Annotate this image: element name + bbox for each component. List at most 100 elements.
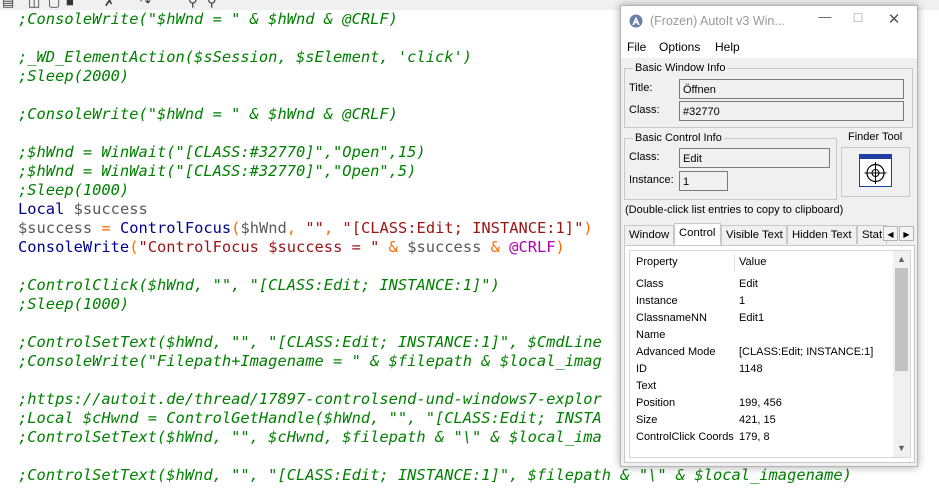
replace-icon[interactable]: ⚲ <box>207 0 217 9</box>
info-tabs: Window Control Visible Text Hidden Text … <box>624 223 915 245</box>
scroll-down-icon[interactable]: ▼ <box>893 440 910 457</box>
code-token: "" <box>305 219 324 237</box>
property-name: Name <box>636 329 666 341</box>
tab-scroll-right-icon[interactable]: ▶ <box>899 226 914 241</box>
code-line[interactable]: ;Sleep(1000) <box>18 181 129 200</box>
close-icon[interactable]: ✕ <box>883 10 905 28</box>
menu-options[interactable]: Options <box>659 40 700 54</box>
property-value: 179, 8 <box>739 431 770 443</box>
property-name: ID <box>636 363 647 375</box>
tab-visible-text[interactable]: Visible Text <box>721 225 787 244</box>
code-line[interactable]: ;ControlSetText($hWnd, "", "[CLASS:Edit;… <box>18 466 852 485</box>
property-row[interactable]: ID 1148 <box>630 361 894 378</box>
code-token: "[CLASS:Edit; INSTANCE:1]" <box>342 219 584 237</box>
property-name: Position <box>636 397 676 409</box>
window-titlebar[interactable]: (Frozen) AutoIt v3 Win... — ☐ ✕ <box>621 6 917 37</box>
window-title: (Frozen) AutoIt v3 Win... <box>650 14 785 28</box>
code-token: ;ControlSetText($hWnd, "", $cHwnd, $file… <box>18 428 602 446</box>
code-token: ;ConsoleWrite("$hWnd = " & $hWnd & @CRLF… <box>18 10 398 28</box>
property-value: Edit <box>739 278 758 290</box>
maximize-icon[interactable]: ☐ <box>847 11 869 25</box>
finder-tool-icon[interactable] <box>859 154 892 187</box>
finder-tool-box <box>841 147 910 197</box>
code-token: ) <box>555 238 565 256</box>
title-field[interactable]: Öffnen <box>679 79 904 99</box>
code-token: "ControlFocus $success = " <box>138 238 380 256</box>
code-token: & <box>481 238 510 256</box>
value-column-header[interactable]: Value <box>739 251 766 273</box>
class-field[interactable]: #32770 <box>679 101 904 121</box>
code-line[interactable]: ;Sleep(2000) <box>18 67 129 86</box>
code-token: @CRLF <box>509 238 556 256</box>
paste-icon[interactable]: ▢ <box>48 0 60 9</box>
code-token: ;$hWnd = WinWait("[CLASS:#32770]","Open"… <box>18 143 426 161</box>
code-line[interactable]: ;https://autoit.de/thread/17897-controls… <box>18 390 602 409</box>
code-token: = <box>92 219 120 237</box>
find-icon[interactable]: ⚲ <box>188 0 198 9</box>
redo-icon[interactable]: ↷ <box>140 0 151 9</box>
basic-control-info-label: Basic Control Info <box>633 132 724 144</box>
scroll-up-icon[interactable]: ▲ <box>893 251 910 268</box>
minimize-icon[interactable]: — <box>814 9 836 24</box>
code-token: ;Local $cHwnd = ControlGetHandle($hWnd, … <box>18 409 602 427</box>
property-name: ControlClick Coords <box>636 431 734 443</box>
tab-control[interactable]: Control <box>674 223 721 245</box>
property-name: Instance <box>636 295 678 307</box>
list-scrollbar[interactable]: ▲ ▼ <box>893 251 910 457</box>
autoit-window-info: (Frozen) AutoIt v3 Win... — ☐ ✕ File Opt… <box>620 5 918 467</box>
copy-icon[interactable]: ◫ <box>28 0 40 9</box>
tab-hidden-text[interactable]: Hidden Text <box>787 225 857 244</box>
code-line[interactable]: ;ControlClick($hWnd, "", "[CLASS:Edit; I… <box>18 276 500 295</box>
code-line[interactable]: ;$hWnd = WinWait("[CLASS:#32770]","Open"… <box>18 143 426 162</box>
instance-field[interactable]: 1 <box>679 171 728 191</box>
undo-icon[interactable]: ✗ <box>104 0 115 9</box>
property-row[interactable]: Advanced Mode [CLASS:Edit; INSTANCE:1] <box>630 344 894 361</box>
code-line[interactable]: Local $success <box>18 200 148 219</box>
code-token: $success <box>73 200 148 218</box>
code-line[interactable]: $success = ControlFocus($hWnd, "", "[CLA… <box>18 219 593 238</box>
code-line[interactable]: ;_WD_ElementAction($sSession, $sElement,… <box>18 48 472 67</box>
property-row[interactable]: Size 421, 15 <box>630 412 894 429</box>
code-line[interactable]: ;$hWnd = WinWait("[CLASS:#32770]","Open"… <box>18 162 416 181</box>
property-row[interactable]: Instance 1 <box>630 293 894 310</box>
printer-icon[interactable]: ▤ <box>2 0 14 9</box>
code-line[interactable]: ;ConsoleWrite("Filepath+Imagename = " & … <box>18 352 602 371</box>
code-token: ;Sleep(1000) <box>18 295 130 313</box>
property-column-header[interactable]: Property <box>636 251 678 273</box>
code-line[interactable]: ;ConsoleWrite("$hWnd = " & $hWnd & @CRLF… <box>18 105 398 124</box>
code-line[interactable]: ;ConsoleWrite("$hWnd = " & $hWnd & @CRLF… <box>18 10 398 29</box>
code-line[interactable]: ;ControlSetText($hWnd, "", $cHwnd, $file… <box>18 428 602 447</box>
code-token: ConsoleWrite <box>18 238 130 256</box>
scrollbar-thumb[interactable] <box>895 268 908 371</box>
instance-label: Instance: <box>629 174 674 186</box>
cut-icon[interactable]: ■ <box>66 0 74 9</box>
control-class-label: Class: <box>629 151 660 163</box>
property-row[interactable]: ControlClick Coords 179, 8 <box>630 429 894 446</box>
code-token: ;ControlSetText($hWnd, "", "[CLASS:Edit;… <box>18 333 602 351</box>
property-row[interactable]: ClassnameNN Edit1 <box>630 310 894 327</box>
code-line[interactable]: ;Sleep(1000) <box>18 295 129 314</box>
property-row[interactable]: Name <box>630 327 894 344</box>
property-row[interactable]: Position 199, 456 <box>630 395 894 412</box>
column-divider[interactable] <box>734 254 735 272</box>
code-token: ;Sleep(1000) <box>18 181 130 199</box>
code-token: ControlFocus <box>119 219 232 237</box>
tab-window[interactable]: Window <box>624 225 674 244</box>
tab-scroll-left-icon[interactable]: ◀ <box>883 226 898 241</box>
menu-help[interactable]: Help <box>715 40 740 54</box>
property-name: ClassnameNN <box>636 312 707 324</box>
code-line[interactable]: ;Local $cHwnd = ControlGetHandle($hWnd, … <box>18 409 602 428</box>
clipboard-hint: (Double-click list entries to copy to cl… <box>625 204 844 216</box>
code-token: & <box>379 238 408 256</box>
property-name: Size <box>636 414 658 426</box>
code-token: ;ControlSetText($hWnd, "", "[CLASS:Edit;… <box>18 466 852 484</box>
property-list[interactable]: Property Value Class Edit Instance 1 Classna… <box>629 250 911 458</box>
property-value: 421, 15 <box>739 414 776 426</box>
menu-file[interactable]: File <box>627 40 646 54</box>
code-line[interactable]: ConsoleWrite("ControlFocus $success = " … <box>18 238 565 257</box>
property-row[interactable]: Class Edit <box>630 276 894 293</box>
code-line[interactable]: ;ControlSetText($hWnd, "", "[CLASS:Edit;… <box>18 333 602 352</box>
property-value: 199, 456 <box>739 397 782 409</box>
property-row[interactable]: Text <box>630 378 894 395</box>
control-class-field[interactable]: Edit <box>679 148 830 168</box>
